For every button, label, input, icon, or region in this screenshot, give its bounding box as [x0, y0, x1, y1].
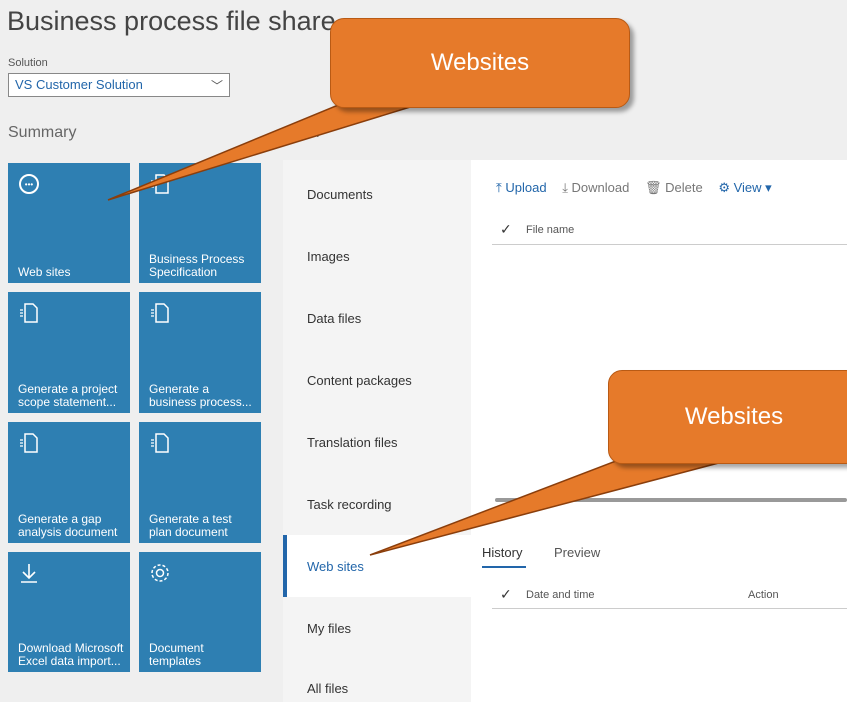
download-button[interactable]: ⤓ Download [562, 180, 629, 195]
history-header-divider [492, 608, 847, 609]
nav-all-files[interactable]: All files [283, 657, 471, 719]
tile-label: Web sites [18, 265, 71, 279]
download-icon [21, 564, 37, 583]
horizontal-scrollbar[interactable] [495, 498, 847, 502]
tile-label: Generate a project scope statement... [18, 382, 118, 409]
tile-business-process-spec[interactable]: Business Process Specification [139, 163, 261, 283]
file-toolbar: ⤒ Upload ⤓ Download 🗑 Delete ⚙ View ▾ [496, 180, 784, 196]
upload-button[interactable]: ⤒ Upload [496, 180, 547, 195]
summary-heading: Summary [8, 124, 77, 141]
nav-translation-files[interactable]: Translation files [283, 411, 471, 473]
tile-test-plan[interactable]: Generate a test plan document [139, 422, 261, 543]
grid-header-divider [492, 244, 847, 245]
page-title: Business process file share [7, 6, 336, 36]
tab-history-underline [482, 566, 526, 568]
tile-label: Business Process Specification [149, 252, 245, 279]
solution-select[interactable]: VS Customer Solution ﹀ [8, 73, 230, 97]
document-icon [151, 433, 169, 453]
nav-documents[interactable]: Documents [283, 163, 471, 225]
solution-label: Solution [8, 57, 48, 69]
tile-label: Generate a business process... [149, 382, 252, 409]
tile-label: Generate a test plan document [149, 512, 232, 539]
document-icon [151, 174, 169, 194]
callout-websites-top: Websites [330, 18, 630, 108]
gear-icon [151, 564, 169, 582]
document-icon [151, 303, 169, 323]
files-heading: Sh [300, 124, 320, 141]
chevron-down-icon: ﹀ [210, 79, 223, 93]
nav-content-packages[interactable]: Content packages [283, 349, 471, 411]
callout-websites-bottom: Websites [608, 370, 847, 464]
tab-history[interactable]: History [482, 545, 522, 560]
tile-project-scope[interactable]: Generate a project scope statement... [8, 292, 130, 413]
delete-button[interactable]: 🗑 Delete [645, 180, 703, 195]
tile-label: Generate a gap analysis document [18, 512, 118, 539]
column-header-file-name[interactable]: File name [526, 224, 574, 236]
tile-document-templates[interactable]: Document templates [139, 552, 261, 672]
globe-icon: ••• [19, 174, 39, 194]
tile-download-excel[interactable]: Download Microsoft Excel data import... [8, 552, 130, 672]
nav-my-files[interactable]: My files [283, 597, 471, 659]
tile-label: Document templates [149, 641, 204, 668]
nav-task-recording[interactable]: Task recording [283, 473, 471, 535]
column-header-action[interactable]: Action [748, 589, 779, 601]
view-menu-button[interactable]: ⚙ View ▾ [718, 180, 771, 195]
column-header-date-time[interactable]: Date and time [526, 589, 594, 601]
select-all-checkbox[interactable]: ✓ [500, 221, 512, 238]
solution-value: VS Customer Solution [15, 77, 143, 92]
nav-data-files[interactable]: Data files [283, 287, 471, 349]
svg-text:•••: ••• [25, 180, 34, 189]
select-all-history-checkbox[interactable]: ✓ [500, 586, 512, 603]
tile-gap-analysis[interactable]: Generate a gap analysis document [8, 422, 130, 543]
tab-preview[interactable]: Preview [554, 545, 600, 560]
document-icon [20, 433, 38, 453]
tile-label: Download Microsoft Excel data import... [18, 641, 124, 668]
nav-images[interactable]: Images [283, 225, 471, 287]
document-icon [20, 303, 38, 323]
tile-business-process[interactable]: Generate a business process... [139, 292, 261, 413]
tile-web-sites[interactable]: ••• Web sites [8, 163, 130, 283]
nav-web-sites[interactable]: Web sites [283, 535, 471, 597]
